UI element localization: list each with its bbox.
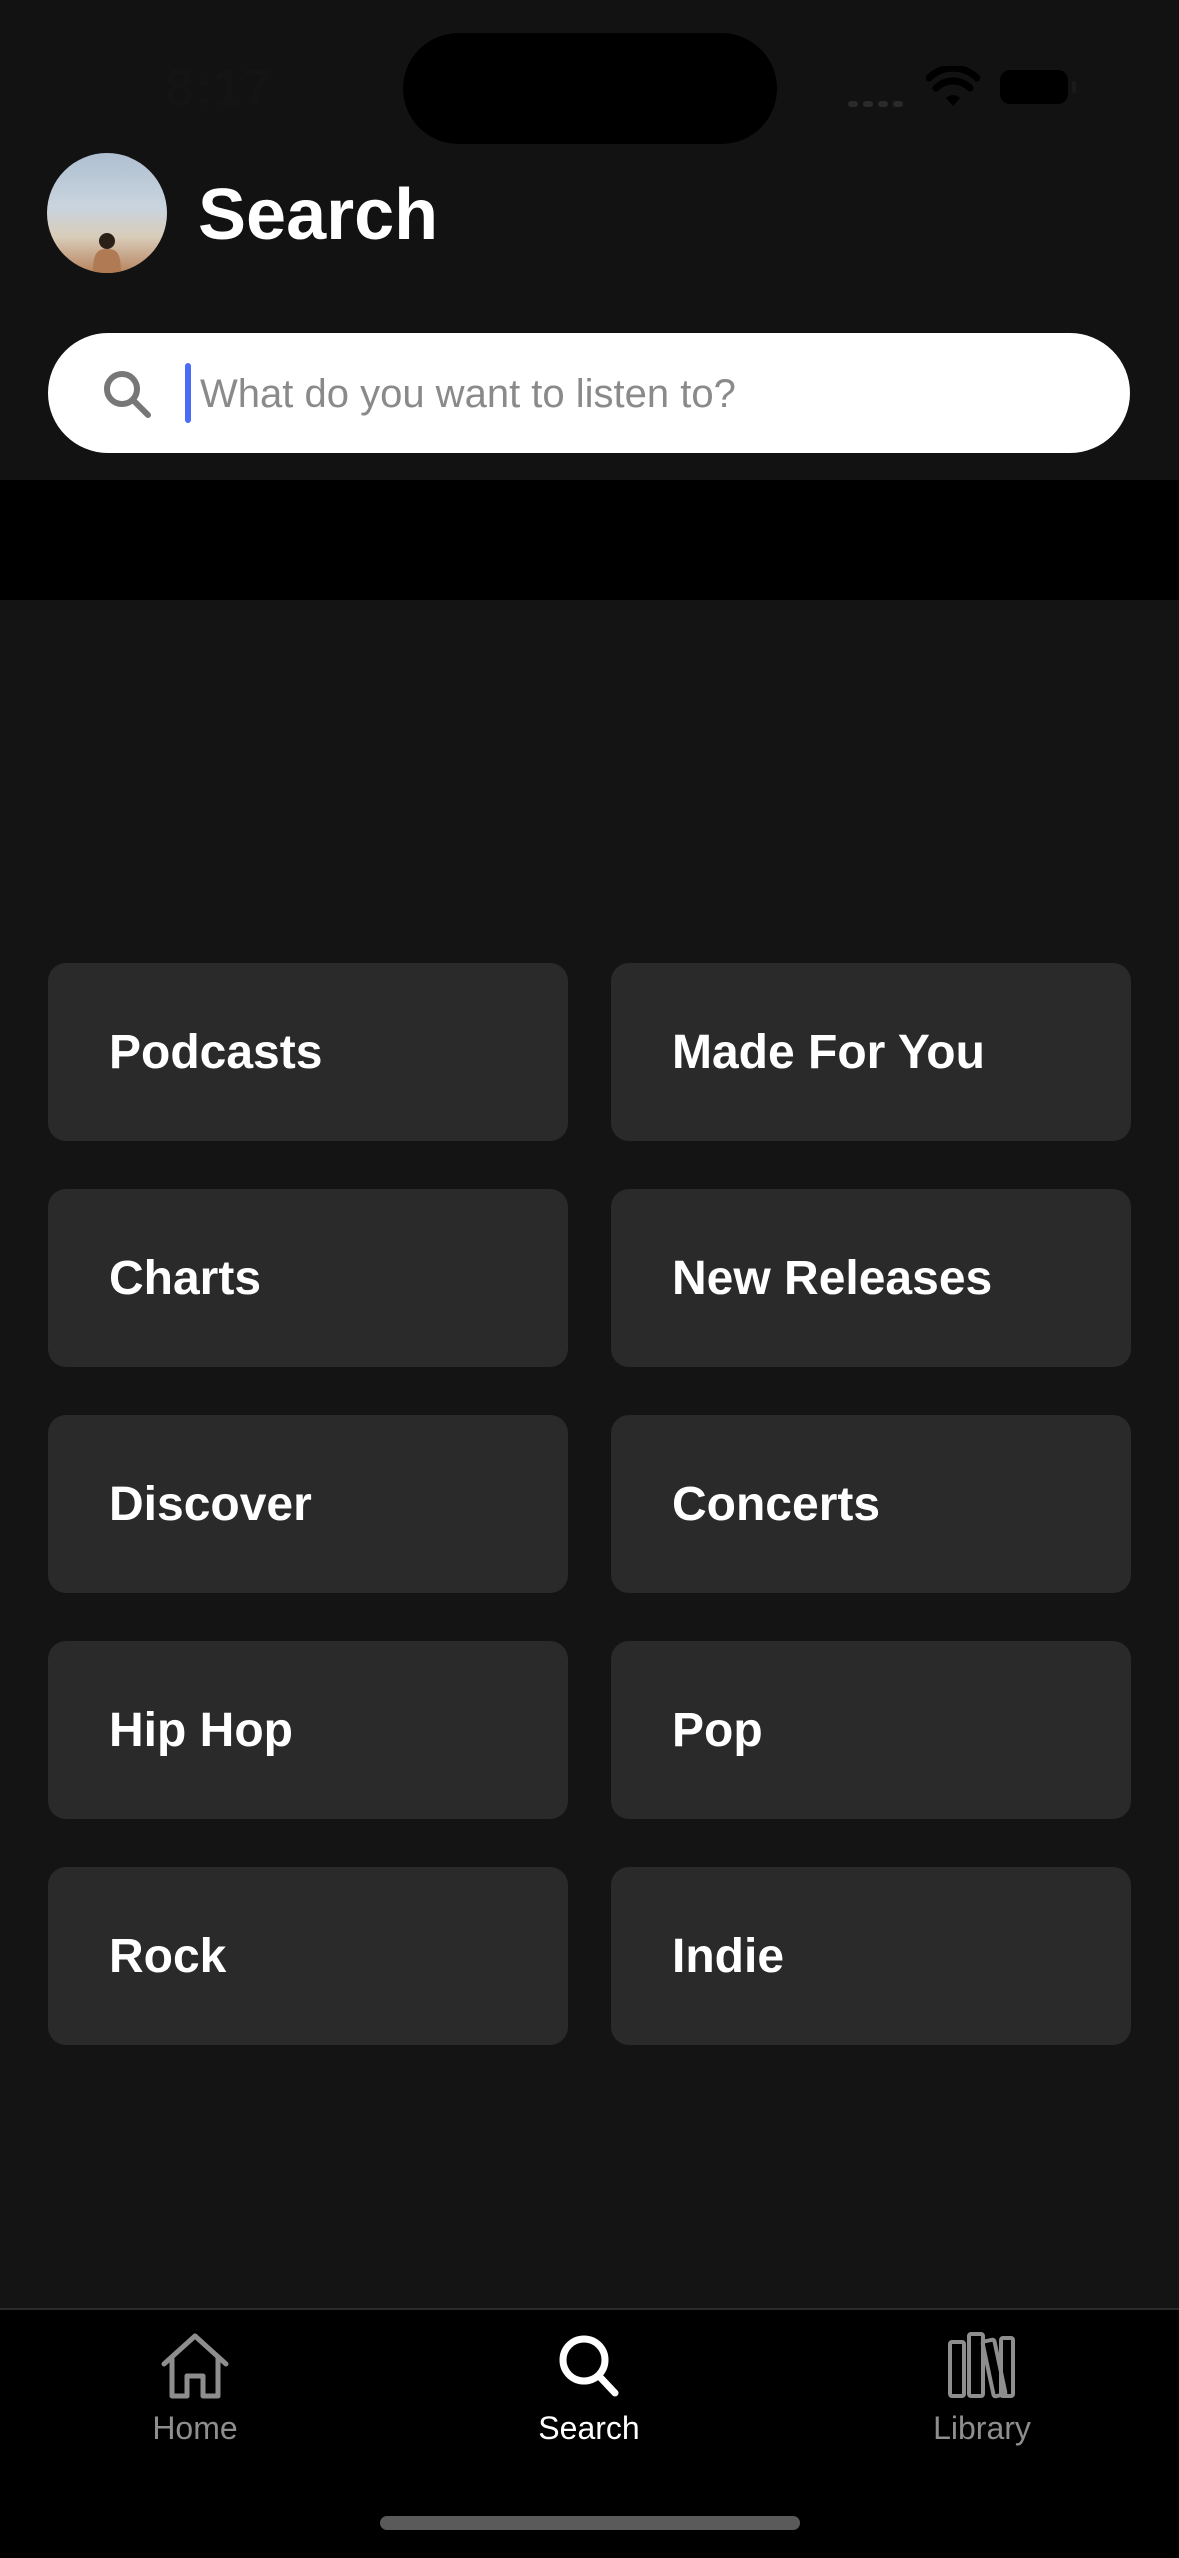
tab-library[interactable]: Library	[882, 2330, 1082, 2470]
wifi-icon	[926, 66, 980, 106]
search-icon	[559, 2335, 619, 2397]
category-tile-discover[interactable]: Discover	[48, 1415, 568, 1593]
battery-icon	[1000, 70, 1076, 104]
avatar-figure-icon	[93, 233, 121, 273]
category-tile-concerts[interactable]: Concerts	[611, 1415, 1131, 1593]
category-tile-made-for-you[interactable]: Made For You	[611, 963, 1131, 1141]
category-tile-pop[interactable]: Pop	[611, 1641, 1131, 1819]
profile-avatar[interactable]	[47, 153, 167, 273]
tab-search-label: Search	[538, 2410, 640, 2446]
category-tile-charts[interactable]: Charts	[48, 1189, 568, 1367]
content-divider-band	[0, 480, 1179, 600]
category-tile-hip-hop[interactable]: Hip Hop	[48, 1641, 568, 1819]
category-tile-indie[interactable]: Indie	[611, 1867, 1131, 2045]
search-icon	[104, 371, 151, 418]
tab-home-label: Home	[152, 2410, 238, 2446]
category-tile-rock[interactable]: Rock	[48, 1867, 568, 2045]
dynamic-island	[403, 33, 777, 144]
page-title: Search	[198, 175, 439, 255]
signal-icon	[848, 94, 908, 107]
status-time: 8:17	[165, 59, 274, 117]
category-tile-new-releases[interactable]: New Releases	[611, 1189, 1131, 1367]
home-icon	[161, 2333, 229, 2399]
search-bar[interactable]	[48, 333, 1130, 453]
tab-home[interactable]: Home	[95, 2330, 295, 2470]
tab-library-label: Library	[933, 2410, 1031, 2446]
status-bar: 8:17	[0, 0, 1179, 150]
category-tile-podcasts[interactable]: Podcasts	[48, 963, 568, 1141]
library-icon	[948, 2332, 1015, 2399]
text-caret	[185, 363, 191, 423]
home-indicator[interactable]	[380, 2516, 800, 2530]
search-input[interactable]	[198, 353, 1082, 435]
tab-search[interactable]: Search	[489, 2330, 689, 2470]
